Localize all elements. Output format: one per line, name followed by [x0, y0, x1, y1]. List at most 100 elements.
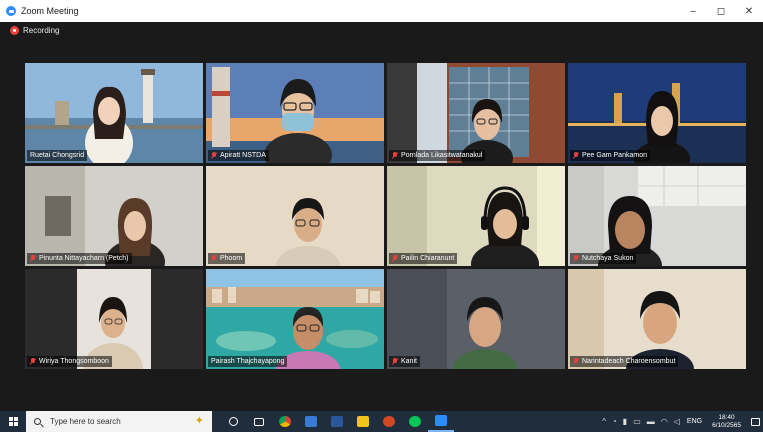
taskbar-app-store[interactable]	[298, 411, 324, 432]
video-tile[interactable]: Pornlada Likasitwatanakul	[387, 63, 565, 163]
participant-nameplate: Wiriya Thongsomboon	[27, 356, 112, 367]
video-tile-active-speaker[interactable]: Pairash Thajchayapong	[206, 269, 384, 369]
powerpoint-icon	[383, 416, 395, 427]
camera-feed	[568, 166, 746, 266]
task-view-icon	[254, 417, 264, 426]
participant-nameplate: Nutchaya Sukon	[570, 253, 637, 264]
virtual-background	[25, 63, 203, 163]
line-icon	[409, 416, 421, 427]
mic-muted-icon	[392, 255, 398, 262]
clock-date: 6/10/2565	[712, 421, 741, 429]
taskbar-app-chrome[interactable]	[272, 411, 298, 432]
video-tile[interactable]: Kanit	[387, 269, 565, 369]
mic-muted-icon	[30, 358, 36, 365]
participant-nameplate: Ruetai Chongsrid	[27, 150, 88, 161]
mic-muted-icon	[573, 152, 579, 159]
video-tile[interactable]: Pailin Chiaranunt	[387, 166, 565, 266]
network-icon[interactable]: ◔	[612, 417, 617, 426]
video-tile[interactable]: Apiratt NSTDA	[206, 63, 384, 163]
search-icon	[34, 418, 41, 425]
meeting-area: Recording Ruetai Chongsrid Apiratt NSTDA…	[0, 22, 763, 411]
recording-label: Recording	[23, 26, 60, 35]
mic-muted-icon	[573, 255, 579, 262]
mic-muted-icon	[30, 255, 36, 262]
participant-name: Phoom	[220, 255, 243, 262]
microphone-icon[interactable]: ▮	[623, 417, 627, 426]
taskbar-clock[interactable]: 18:40 6/10/2565	[712, 414, 741, 430]
store-icon	[305, 416, 317, 427]
video-tile[interactable]: Pee Gam Pankamon	[568, 63, 746, 163]
chrome-icon	[279, 416, 291, 427]
zoom-icon	[435, 415, 447, 426]
volume-icon[interactable]: ◁	[674, 417, 680, 426]
video-tile[interactable]: Ruetai Chongsrid	[25, 63, 203, 163]
taskbar-app-zoom[interactable]	[428, 411, 454, 432]
taskbar-app-powerpoint[interactable]	[376, 411, 402, 432]
participant-name: Ruetai Chongsrid	[30, 152, 85, 159]
taskbar-app-cortana[interactable]	[220, 411, 246, 432]
video-tile[interactable]: Narintadeach Charoensombut	[568, 269, 746, 369]
mic-muted-icon	[573, 358, 579, 365]
window-title: Zoom Meeting	[21, 6, 79, 16]
minimize-button[interactable]: –	[679, 0, 707, 22]
taskbar-app-task-view[interactable]	[246, 411, 272, 432]
mic-muted-icon	[211, 255, 217, 262]
taskbar-search-box[interactable]: Type here to search ✦	[26, 411, 212, 432]
input-language[interactable]: ENG	[687, 418, 702, 425]
wifi-icon[interactable]: ◠	[661, 417, 668, 426]
participant-name: Pee Gam Pankamon	[582, 152, 647, 159]
video-tile[interactable]: Wiriya Thongsomboon	[25, 269, 203, 369]
video-tile[interactable]: Pinunta Nittayacharn (Petch)	[25, 166, 203, 266]
search-placeholder: Type here to search	[50, 417, 121, 426]
participant-name: Pailin Chiaranunt	[401, 255, 455, 262]
taskbar-app-line[interactable]	[402, 411, 428, 432]
camera-feed	[568, 269, 746, 369]
participant-nameplate: Pairash Thajchayapong	[208, 356, 288, 367]
record-icon	[10, 26, 19, 35]
display-icon[interactable]: ▭	[633, 417, 641, 426]
notification-icon	[750, 417, 760, 426]
battery-icon[interactable]: ▬	[647, 417, 655, 426]
video-tile[interactable]: Phoom	[206, 166, 384, 266]
virtual-background	[568, 63, 746, 163]
camera-feed	[206, 166, 384, 266]
recording-indicator[interactable]: Recording	[10, 26, 59, 35]
windows-logo-icon	[8, 417, 18, 426]
notification-center-button[interactable]	[747, 411, 763, 432]
participant-nameplate: Pornlada Likasitwatanakul	[389, 150, 486, 161]
system-tray: ^ ◔ ▮ ▭ ▬ ◠ ◁ ENG 18:40 6/10/2565	[599, 411, 763, 432]
mic-muted-icon	[392, 152, 398, 159]
taskbar-apps	[220, 411, 454, 432]
camera-feed	[387, 166, 565, 266]
window-titlebar: Zoom Meeting – ◻ ✕	[0, 0, 763, 22]
mic-muted-icon	[211, 152, 217, 159]
camera-feed	[25, 269, 203, 369]
virtual-background	[206, 269, 384, 369]
taskbar-app-file-explorer[interactable]	[350, 411, 376, 432]
file-explorer-icon	[357, 416, 369, 427]
zoom-logo-icon	[6, 6, 16, 16]
cortana-icon	[228, 417, 238, 426]
participant-name: Narintadeach Charoensombut	[582, 358, 676, 365]
clock-time: 18:40	[718, 413, 735, 421]
participant-name: Apiratt NSTDA	[220, 152, 266, 159]
participant-name: Pinunta Nittayacharn (Petch)	[39, 255, 129, 262]
windows-taskbar: Type here to search ✦ ^ ◔ ▮ ▭ ▬ ◠ ◁ ENG …	[0, 411, 763, 432]
start-button[interactable]	[0, 411, 26, 432]
taskbar-app-word[interactable]	[324, 411, 350, 432]
participant-name: Pornlada Likasitwatanakul	[401, 152, 483, 159]
participant-name: Pairash Thajchayapong	[211, 358, 285, 365]
show-hidden-icons-icon[interactable]: ^	[602, 417, 606, 426]
gallery-grid: Ruetai Chongsrid Apiratt NSTDA Pornlada …	[25, 63, 746, 369]
window-controls: – ◻ ✕	[679, 0, 763, 22]
participant-nameplate: Pailin Chiaranunt	[389, 253, 458, 264]
close-button[interactable]: ✕	[735, 0, 763, 22]
maximize-button[interactable]: ◻	[707, 0, 735, 22]
participant-name: Wiriya Thongsomboon	[39, 358, 109, 365]
mic-muted-icon	[392, 358, 398, 365]
camera-feed	[387, 269, 565, 369]
participant-nameplate: Kanit	[389, 356, 420, 367]
word-icon	[331, 416, 343, 427]
participant-nameplate: Apiratt NSTDA	[208, 150, 269, 161]
video-tile[interactable]: Nutchaya Sukon	[568, 166, 746, 266]
